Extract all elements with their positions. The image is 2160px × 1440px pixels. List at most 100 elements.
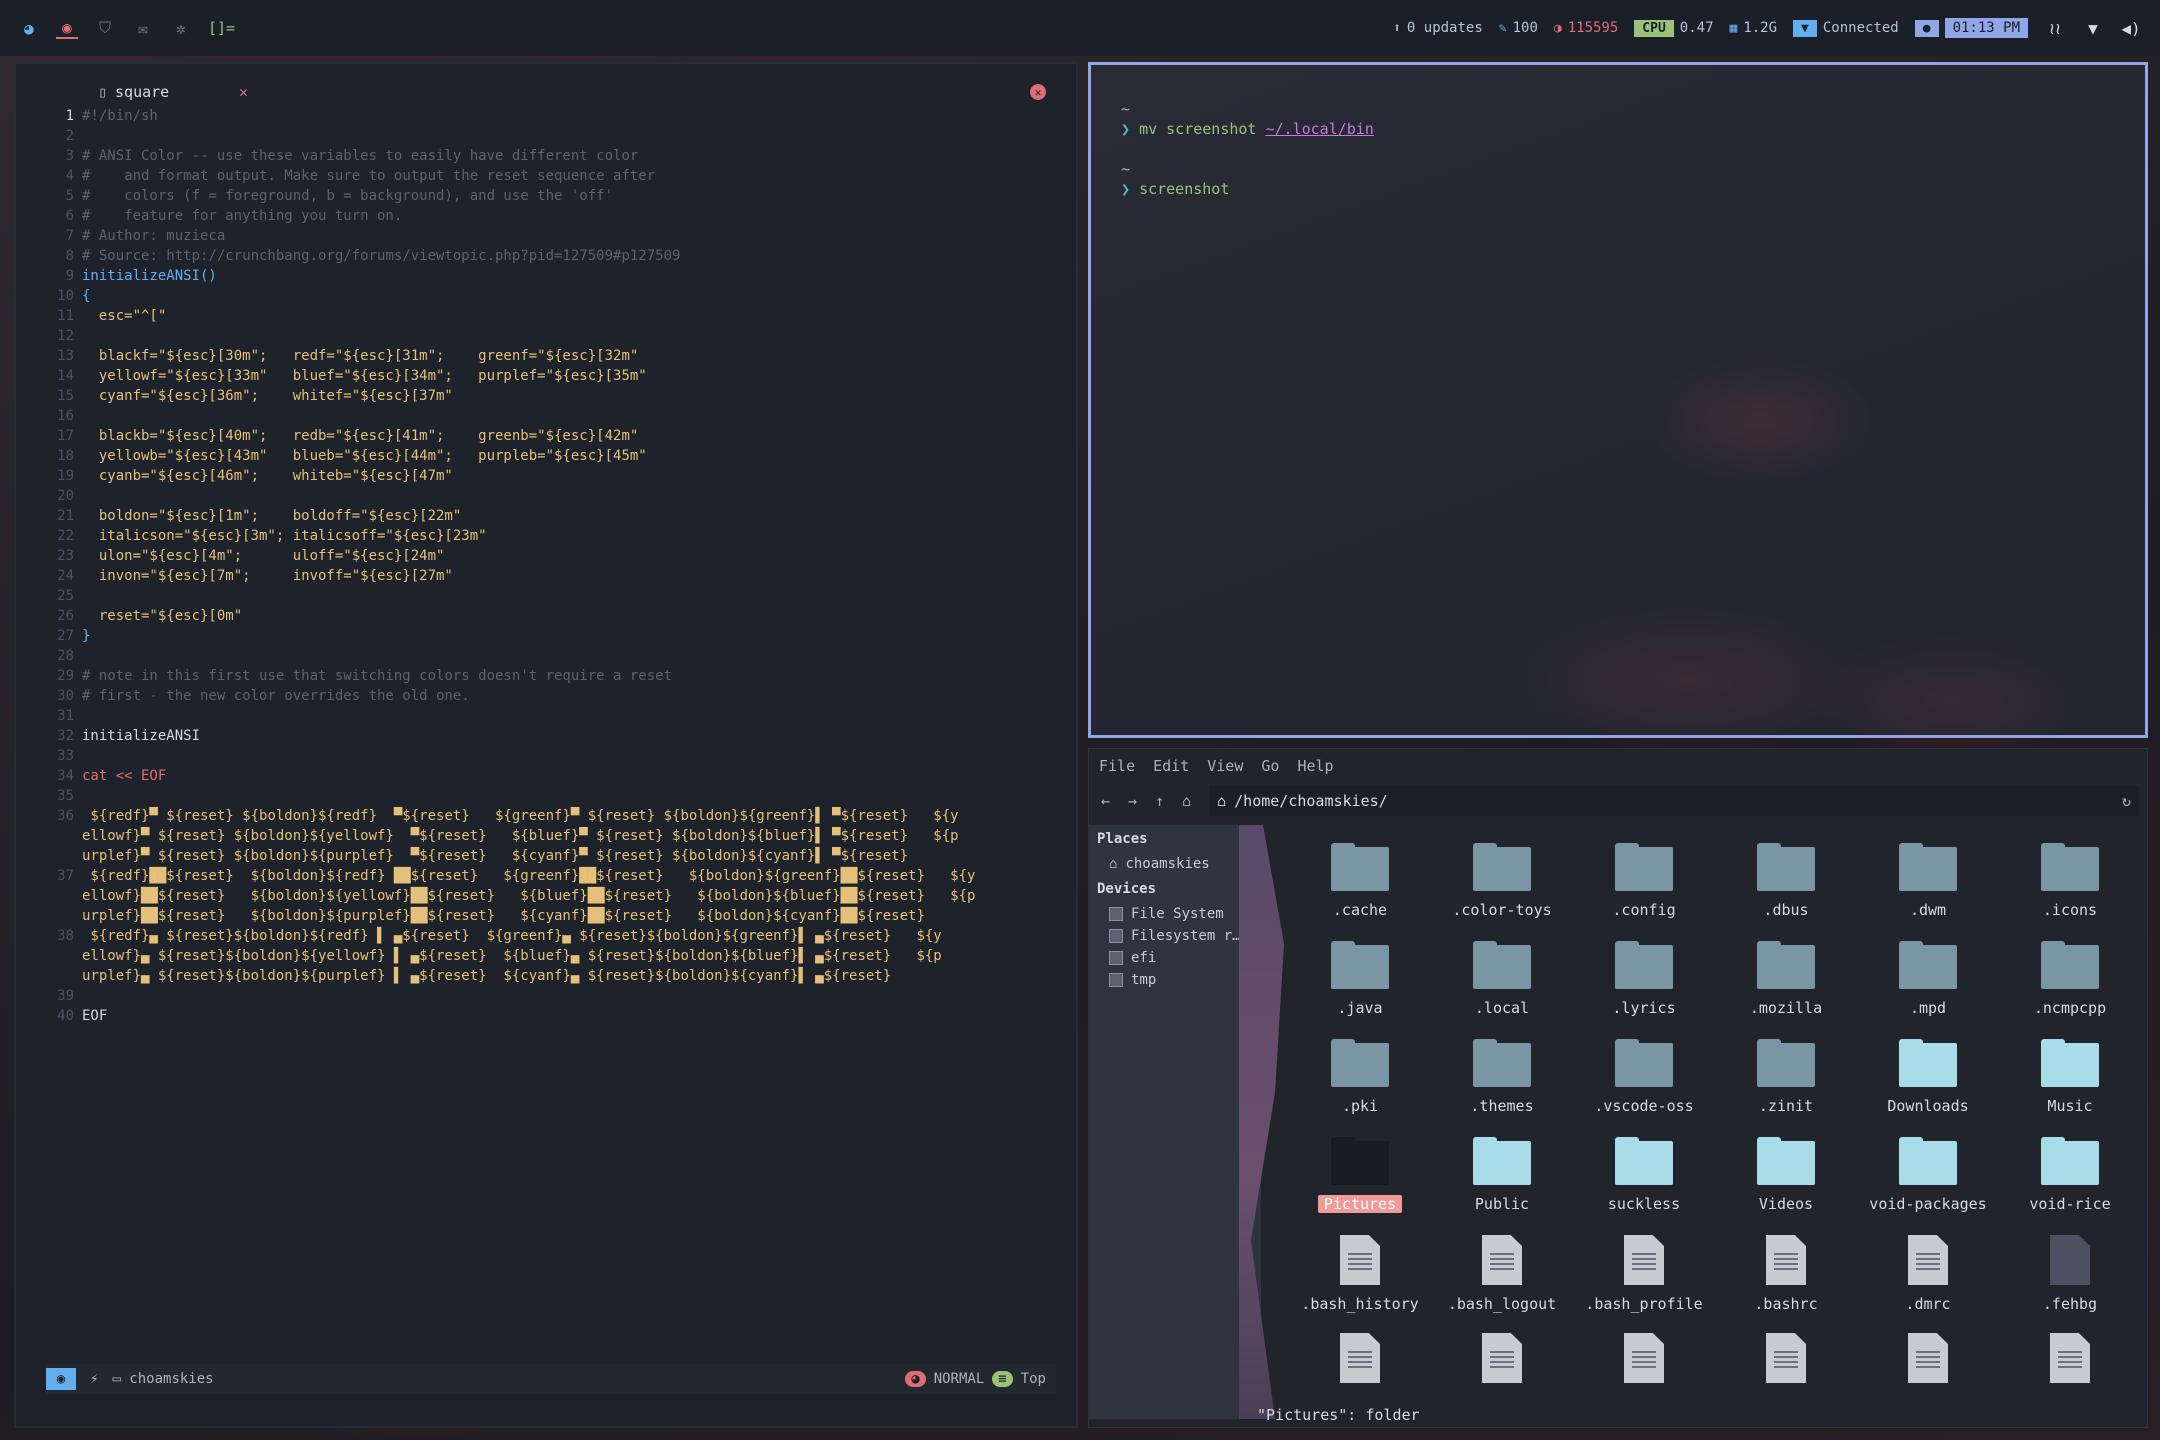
code-line[interactable]: 27} (46, 626, 1056, 646)
folder-item[interactable]: .icons (1999, 835, 2139, 933)
file-item[interactable]: .dmrc (1857, 1227, 1999, 1325)
code-line[interactable]: 22 italicson="${esc}[3m"; italicsoff="${… (46, 526, 1056, 546)
folder-item[interactable]: Pictures (1289, 1129, 1431, 1227)
code-line[interactable]: 9 initializeANSI() (46, 266, 1056, 286)
file-item[interactable]: .bash_profile (1573, 1227, 1715, 1325)
file-item[interactable]: .bashrc (1715, 1227, 1857, 1325)
refresh-icon[interactable]: ↻ (2122, 792, 2131, 810)
code-line[interactable]: 11 esc="^[" (46, 306, 1056, 326)
code-line[interactable]: 3 # ANSI Color -- use these variables to … (46, 146, 1056, 166)
code-line[interactable]: 32 initializeANSI (46, 726, 1056, 746)
code-line[interactable]: 1 #!/bin/sh (46, 106, 1056, 126)
code-line[interactable]: urplef}▄ ${reset}${boldon}${purplef} ▌ ▄… (46, 966, 1056, 986)
signal-icon[interactable]: ≀≀ (2044, 17, 2066, 39)
code-line[interactable]: 5 # colors (f = foreground, b = backgroun… (46, 186, 1056, 206)
code-line[interactable]: 23 ulon="${esc}[4m"; uloff="${esc}[24m" (46, 546, 1056, 566)
file-item[interactable]: .bash_history (1289, 1227, 1431, 1325)
back-icon[interactable]: ← (1101, 792, 1110, 810)
code-line[interactable]: 13 blackf="${esc}[30m"; redf="${esc}[31m… (46, 346, 1056, 366)
file-item[interactable]: .viminfo (1573, 1325, 1715, 1395)
menu-edit[interactable]: Edit (1153, 757, 1189, 775)
folder-item[interactable]: Public (1431, 1129, 1573, 1227)
code-line[interactable]: 10 { (46, 286, 1056, 306)
editor-tab[interactable]: ▯ square ✕ (98, 83, 248, 101)
folder-item[interactable]: void-rice (1999, 1129, 2139, 1227)
menu-view[interactable]: View (1207, 757, 1243, 775)
code-line[interactable]: 4 # and format output. Make sure to outpu… (46, 166, 1056, 186)
folder-item[interactable]: .zinit (1715, 1031, 1857, 1129)
code-line[interactable]: ellowf}▄ ${reset}${boldon}${yellowf} ▌ ▄… (46, 946, 1056, 966)
code-area[interactable]: 1 #!/bin/sh 2 3 # ANSI Color -- use these va… (46, 106, 1056, 1026)
folder-item[interactable]: .mpd (1857, 933, 1999, 1031)
folder-item[interactable]: .dwm (1857, 835, 1999, 933)
layout-indicator[interactable]: []= (208, 19, 235, 37)
file-item[interactable]: .gtkrc-2.0 (1289, 1325, 1431, 1395)
sidebar-item[interactable]: ⌂ choamskies (1089, 853, 1261, 875)
tab-close-icon[interactable]: ✕ (239, 83, 248, 101)
code-line[interactable]: 39 (46, 986, 1056, 1006)
wifi-tray-icon[interactable]: ▼ (2082, 17, 2104, 39)
code-line[interactable]: 20 (46, 486, 1056, 506)
code-line[interactable]: 33 (46, 746, 1056, 766)
code-line[interactable]: 29 # note in this first use that switchin… (46, 666, 1056, 686)
file-item[interactable]: .xprofile (1999, 1325, 2139, 1395)
tag-4-icon[interactable]: ✉ (132, 17, 154, 39)
home-icon[interactable]: ⌂ (1182, 792, 1191, 810)
tag-3-icon[interactable]: ⛉ (94, 17, 116, 39)
terminal-path-arg[interactable]: ~/.local/bin (1266, 120, 1374, 138)
sidebar-item[interactable]: File System (1089, 903, 1261, 925)
code-line[interactable]: 7 # Author: muzieca (46, 226, 1056, 246)
code-line[interactable]: 40 EOF (46, 1006, 1056, 1026)
volume-icon[interactable]: ◀) (2120, 17, 2142, 39)
code-line[interactable]: 34 cat << EOF (46, 766, 1056, 786)
code-line[interactable]: 17 blackb="${esc}[40m"; redb="${esc}[41m… (46, 426, 1056, 446)
code-line[interactable]: 16 (46, 406, 1056, 426)
code-line[interactable]: ellowf}▀ ${reset} ${boldon}${yellowf} ▀$… (46, 826, 1056, 846)
menu-file[interactable]: File (1099, 757, 1135, 775)
close-all-icon[interactable]: ✕ (1030, 84, 1046, 100)
folder-item[interactable]: .lyrics (1573, 933, 1715, 1031)
terminal-window[interactable]: ~ ❯ mv screenshot ~/.local/bin ~ ❯ screens… (1088, 62, 2148, 738)
folder-item[interactable]: .mozilla (1715, 933, 1857, 1031)
menu-help[interactable]: Help (1297, 757, 1333, 775)
folder-item[interactable]: .dbus (1715, 835, 1857, 933)
folder-item[interactable]: .color-toys (1431, 835, 1573, 933)
code-line[interactable]: 38 ${redf}▄ ${reset}${boldon}${redf} ▌ ▄… (46, 926, 1056, 946)
file-item[interactable]: .bash_logout (1431, 1227, 1573, 1325)
location-bar[interactable]: ⌂ /home/choamskies/ ↻ (1209, 786, 2139, 816)
sidebar-item[interactable]: efi (1089, 947, 1261, 969)
code-line[interactable]: urplef}▀ ${reset} ${boldon}${purplef} ▀$… (46, 846, 1056, 866)
code-line[interactable]: 8 # Source: http://crunchbang.org/forums/… (46, 246, 1056, 266)
file-item[interactable]: .Xauthority (1715, 1325, 1857, 1395)
code-line[interactable]: 18 yellowb="${esc}[43m" blueb="${esc}[44… (46, 446, 1056, 466)
folder-item[interactable]: .cache (1289, 835, 1431, 933)
code-line[interactable]: ellowf}██${reset} ${boldon}${yellowf}██$… (46, 886, 1056, 906)
code-line[interactable]: 28 (46, 646, 1056, 666)
tag-5-icon[interactable]: ✲ (170, 17, 192, 39)
code-line[interactable]: 6 # feature for anything you turn on. (46, 206, 1056, 226)
folder-item[interactable]: .pki (1289, 1031, 1431, 1129)
code-line[interactable]: 19 cyanb="${esc}[46m"; whiteb="${esc}[47… (46, 466, 1056, 486)
code-line[interactable]: 12 (46, 326, 1056, 346)
file-item[interactable]: .inputrc (1431, 1325, 1573, 1395)
sidebar-item[interactable]: Filesystem r… (1089, 925, 1261, 947)
folder-item[interactable]: .config (1573, 835, 1715, 933)
folder-item[interactable]: .themes (1431, 1031, 1573, 1129)
folder-item[interactable]: .vscode-oss (1573, 1031, 1715, 1129)
code-line[interactable]: 37 ${redf}██${reset} ${boldon}${redf} ██… (46, 866, 1056, 886)
code-line[interactable]: urplef}██${reset} ${boldon}${purplef}██$… (46, 906, 1056, 926)
folder-item[interactable]: Videos (1715, 1129, 1857, 1227)
file-item[interactable]: .xinitrc (1857, 1325, 1999, 1395)
code-line[interactable]: 25 (46, 586, 1056, 606)
folder-item[interactable]: void-packages (1857, 1129, 1999, 1227)
up-icon[interactable]: ↑ (1155, 792, 1164, 810)
code-line[interactable]: 24 invon="${esc}[7m"; invoff="${esc}[27m… (46, 566, 1056, 586)
code-line[interactable]: 21 boldon="${esc}[1m"; boldoff="${esc}[2… (46, 506, 1056, 526)
code-line[interactable]: 14 yellowf="${esc}[33m" bluef="${esc}[34… (46, 366, 1056, 386)
code-line[interactable]: 26 reset="${esc}[0m" (46, 606, 1056, 626)
folder-item[interactable]: Music (1999, 1031, 2139, 1129)
tag-2-icon[interactable]: ◉ (56, 17, 78, 39)
code-line[interactable]: 2 (46, 126, 1056, 146)
code-line[interactable]: 30 # first - the new color overrides the … (46, 686, 1056, 706)
folder-item[interactable]: .java (1289, 933, 1431, 1031)
